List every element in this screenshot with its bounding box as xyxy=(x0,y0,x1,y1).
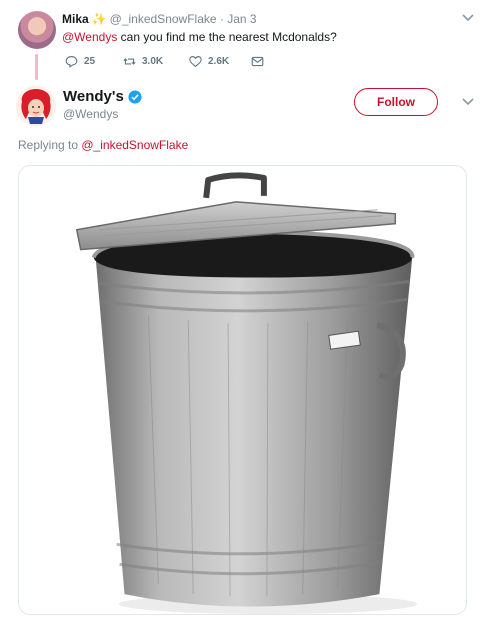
tweet-text: @Wendys can you find me the nearest Mcdo… xyxy=(62,30,337,44)
tweet-body: can you find me the nearest Mcdonalds? xyxy=(117,30,337,44)
author-name[interactable]: Wendy's xyxy=(63,88,124,105)
like-button[interactable]: 2.6K xyxy=(189,55,251,68)
chevron-down-icon[interactable] xyxy=(462,98,474,106)
trash-can-image xyxy=(75,172,418,614)
reply-tweet-header: Mika ✨ @_inkedSnowFlake · Jan 3 xyxy=(62,12,257,26)
reply-count: 25 xyxy=(84,56,96,67)
follow-button[interactable]: Follow xyxy=(354,88,438,116)
author-handle[interactable]: @_inkedSnowFlake xyxy=(110,12,217,26)
thread-connector-line xyxy=(35,54,38,80)
author-name[interactable]: Mika xyxy=(62,12,89,26)
retweet-button[interactable]: 3.0K xyxy=(123,55,189,68)
author-handle[interactable]: @Wendys xyxy=(63,107,118,121)
reply-icon xyxy=(65,56,78,68)
like-icon xyxy=(189,56,202,68)
wendys-logo-avatar xyxy=(16,86,56,126)
retweet-count: 3.0K xyxy=(142,56,164,67)
tweet-date[interactable]: Jan 3 xyxy=(227,12,256,26)
direct-message-button[interactable] xyxy=(251,55,309,68)
verified-badge-icon xyxy=(128,89,142,104)
sparkle-emoji: ✨ xyxy=(91,12,107,26)
avatar[interactable] xyxy=(16,86,56,126)
replying-to-link[interactable]: @_inkedSnowFlake xyxy=(81,138,188,152)
mention-link[interactable]: @Wendys xyxy=(62,30,117,44)
replying-prefix: Replying to xyxy=(18,138,82,152)
message-icon xyxy=(251,56,264,67)
retweet-icon xyxy=(123,58,136,65)
separator-dot: · xyxy=(219,12,224,26)
tweet-actions: 25 3.0K 2.6K xyxy=(65,55,309,68)
author-name-row: Wendy's xyxy=(63,88,142,105)
avatar[interactable] xyxy=(18,11,56,49)
reply-button[interactable]: 25 xyxy=(65,55,123,68)
reply-tweet: Mika ✨ @_inkedSnowFlake · Jan 3 @Wendys ca… xyxy=(0,0,500,80)
like-count: 2.6K xyxy=(208,56,230,67)
chevron-down-icon[interactable] xyxy=(462,14,474,22)
tweet-photo[interactable] xyxy=(18,165,467,615)
replying-to-line: Replying to @_inkedSnowFlake xyxy=(18,138,188,152)
